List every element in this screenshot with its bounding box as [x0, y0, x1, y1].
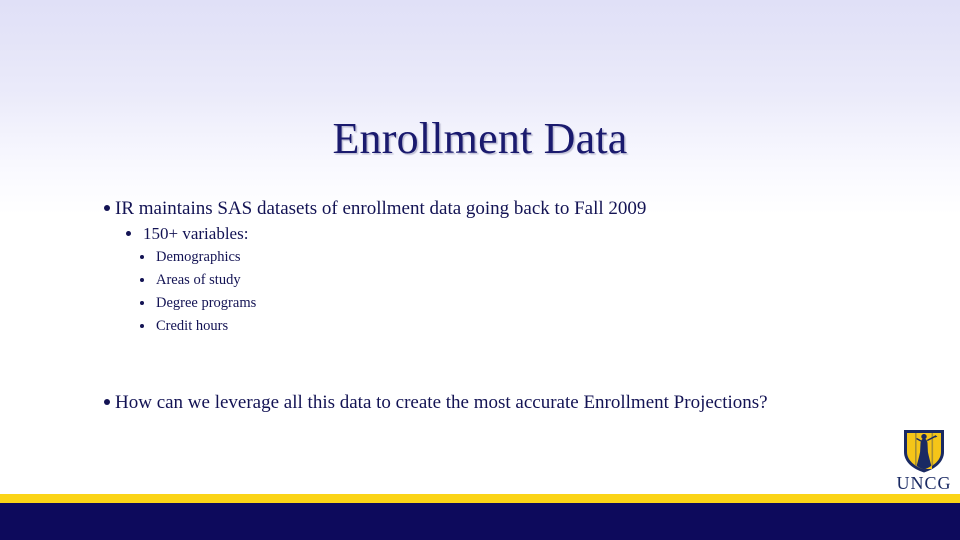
bullet-text: Degree programs	[156, 295, 257, 311]
bullet-text: 150+ variables:	[143, 224, 249, 243]
bullet-item-level1: IR maintains SAS datasets of enrollment …	[0, 196, 960, 222]
bullet-marker-icon	[126, 231, 131, 236]
footer-gold-bar	[0, 494, 960, 503]
bullet-marker-icon	[140, 301, 144, 305]
bullet-text: Credit hours	[156, 318, 229, 334]
bullet-item-level2: 150+ variables:	[0, 222, 960, 246]
page-title: Enrollment Data	[332, 114, 628, 164]
bullet-item-level3: Demographics	[0, 246, 960, 269]
bullet-marker-icon	[140, 324, 144, 328]
footer-navy-bar	[0, 503, 960, 540]
bullet-text: Demographics	[156, 249, 241, 265]
bullet-marker-icon	[104, 205, 110, 211]
question-block: How can we leverage all this data to cre…	[0, 390, 960, 416]
bullet-marker-icon	[140, 255, 144, 259]
bullet-item-level3: Areas of study	[0, 269, 960, 292]
uncg-shield-icon	[902, 428, 946, 474]
uncg-logo: UNCG	[888, 428, 960, 496]
slide-canvas: Enrollment Data IR maintains SAS dataset…	[0, 0, 960, 540]
bullet-item-level1: How can we leverage all this data to cre…	[0, 390, 960, 416]
bullet-item-level3: Degree programs	[0, 292, 960, 315]
bullet-text: Areas of study	[156, 272, 241, 288]
bullet-marker-icon	[104, 399, 110, 405]
uncg-wordmark: UNCG	[896, 473, 952, 493]
bullet-item-level3: Credit hours	[0, 315, 960, 338]
bullet-list: IR maintains SAS datasets of enrollment …	[0, 196, 960, 338]
bullet-text: IR maintains SAS datasets of enrollment …	[115, 198, 647, 219]
bullet-marker-icon	[140, 278, 144, 282]
question-text: How can we leverage all this data to cre…	[115, 392, 768, 413]
